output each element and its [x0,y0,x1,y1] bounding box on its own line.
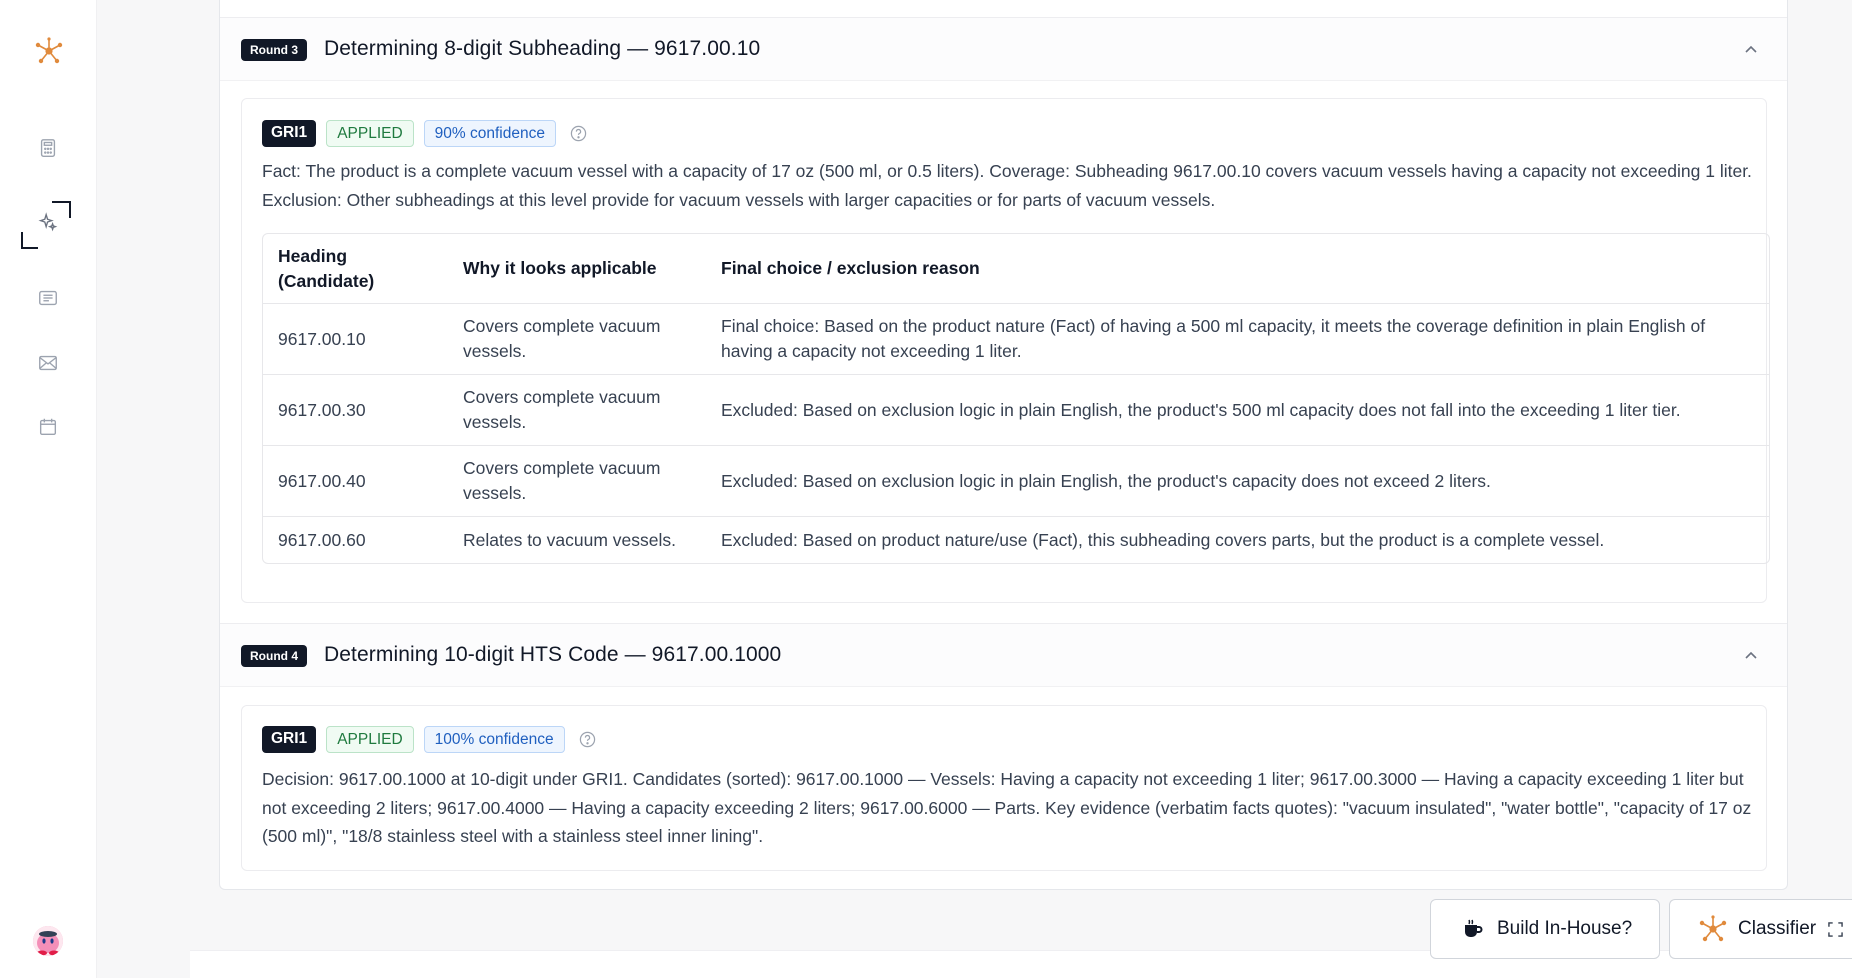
calculator-icon[interactable] [36,136,60,160]
applied-badge: APPLIED [326,120,414,147]
gri-card: GRI1 APPLIED 90% confidence Fact: The pr… [241,98,1770,603]
expand-icon[interactable] [1828,921,1843,937]
mail-icon[interactable] [36,351,60,375]
candidate-code: 9617.00.10 [263,304,448,375]
chevron-up-icon[interactable] [1743,648,1759,664]
round-title: Determining 10-digit HTS Code — 9617.00.… [324,643,782,666]
table-row: 9617.00.10 Covers complete vacuum vessel… [263,304,1769,375]
candidate-why: Covers complete vacuum vessels. [448,446,706,517]
round-4-header[interactable]: Round 4 Determining 10-digit HTS Code — … [220,623,1787,687]
candidate-reason: Excluded: Based on product nature/use (F… [721,529,1605,550]
candidate-why: Relates to vacuum vessels. [463,529,677,550]
sparkle-icon[interactable] [36,210,60,234]
candidates-table: Heading (Candidate) Why it looks applica… [262,233,1770,564]
candidate-reason: Excluded: Based on exclusion logic in pl… [706,446,1769,517]
column-header: Heading (Candidate) [263,234,448,304]
network-logo-icon [1699,915,1727,942]
round-badge: Round 3 [241,39,307,61]
candidate-code: 9617.00.30 [263,375,448,446]
classification-panel: Round 3 Determining 8-digit Subheading —… [219,0,1788,890]
table-row: 9617.00.60 Relates to vacuum vessels. Ex… [263,517,1769,563]
coffee-icon [1465,919,1483,937]
list-icon[interactable] [36,286,60,310]
confidence-badge: 90% confidence [423,120,556,147]
build-in-house-label: Build In-House? [1497,918,1633,939]
round-3-explanation: Fact: The product is a complete vacuum v… [262,161,1752,210]
candidate-reason: Final choice: Based on the product natur… [706,304,1769,375]
calendar-icon[interactable] [36,415,60,439]
classifier-button[interactable]: Classifier [1669,899,1852,959]
gri-badge: GRI1 [262,726,317,753]
round-3-header[interactable]: Round 3 Determining 8-digit Subheading —… [220,17,1787,81]
avatar[interactable] [33,926,63,956]
table-header-row: Heading (Candidate) Why it looks applica… [263,234,1769,304]
round-title: Determining 8-digit Subheading — 9617.00… [324,37,761,60]
candidate-why: Covers complete vacuum vessels. [448,375,706,446]
applied-badge: APPLIED [326,726,414,753]
candidate-code: 9617.00.60 [278,529,366,550]
gri-card: GRI1 APPLIED 100% confidence Decision: 9… [241,705,1767,871]
table-row: 9617.00.30 Covers complete vacuum vessel… [263,375,1769,446]
chevron-up-icon[interactable] [1743,42,1759,58]
candidate-why: Covers complete vacuum vessels. [448,304,706,375]
tag-row: GRI1 APPLIED 100% confidence [262,726,596,753]
tag-row: GRI1 APPLIED 90% confidence [262,120,587,147]
column-header: Why it looks applicable [448,234,706,304]
build-in-house-button[interactable]: Build In-House? [1430,899,1660,959]
classifier-label: Classifier [1738,918,1817,939]
gri-badge: GRI1 [262,120,317,147]
round-badge: Round 4 [241,645,307,667]
candidate-code: 9617.00.40 [263,446,448,517]
help-icon[interactable] [570,125,587,142]
round-4-explanation: Decision: 9617.00.1000 at 10-digit under… [262,769,1752,846]
candidate-reason: Excluded: Based on exclusion logic in pl… [706,375,1769,446]
help-icon[interactable] [579,731,596,748]
sidebar [0,0,97,978]
confidence-badge: 100% confidence [423,726,565,753]
main-content: Round 3 Determining 8-digit Subheading —… [190,0,1852,978]
column-header: Final choice / exclusion reason [706,234,1769,304]
table-row: 9617.00.40 Covers complete vacuum vessel… [263,446,1769,517]
network-logo-icon[interactable] [34,36,64,66]
